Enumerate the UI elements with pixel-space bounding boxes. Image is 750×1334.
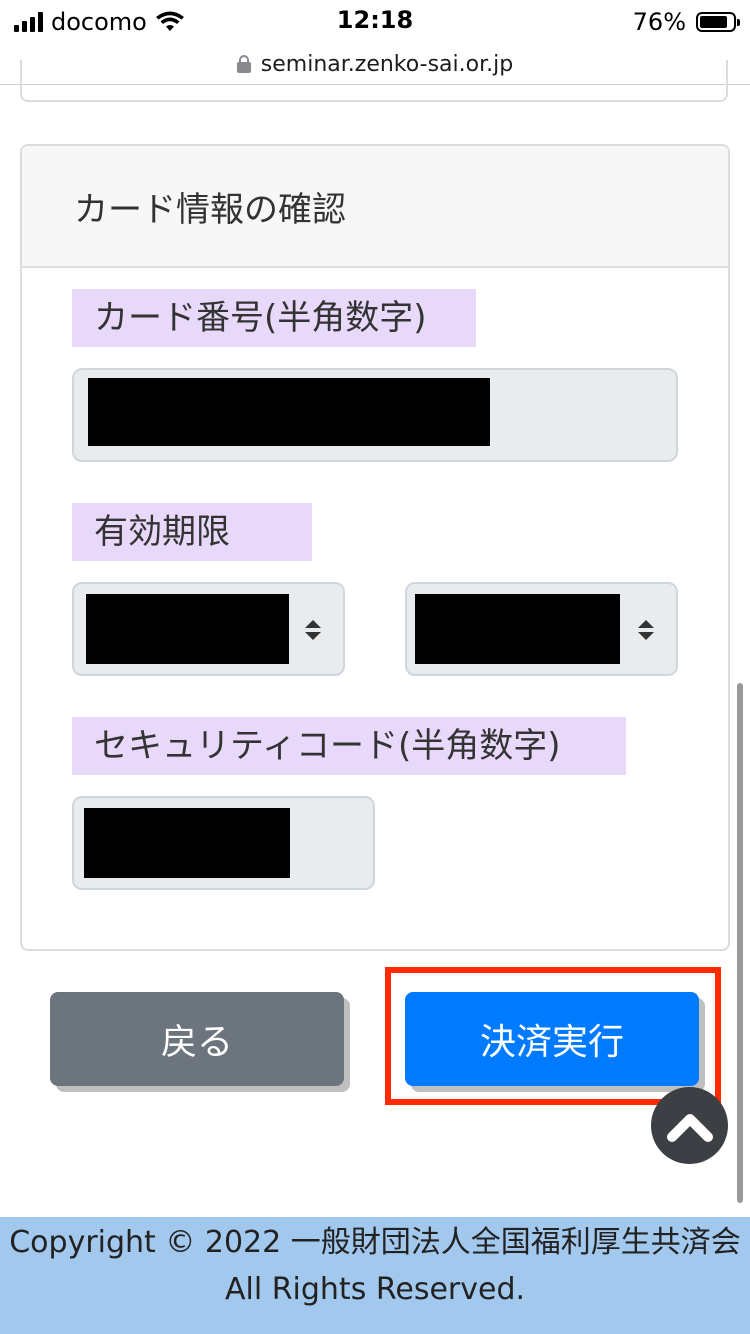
rights-text: All Rights Reserved. [224, 1272, 526, 1307]
copyright-text: Copyright © 2022 一般財団法人全国福利厚生共済会 [9, 1225, 741, 1260]
security-code-field[interactable] [72, 796, 375, 890]
previous-card-bottom [20, 60, 728, 102]
card-title: カード情報の確認 [74, 189, 346, 230]
security-code-label: セキュリティコード(半角数字) [72, 717, 626, 775]
battery-percent: 76% [632, 8, 686, 36]
select-arrows-icon [638, 620, 654, 642]
footer: Copyright © 2022 一般財団法人全国福利厚生共済会 All Rig… [0, 1217, 750, 1334]
redacted-card-number [88, 378, 490, 446]
expiry-label: 有効期限 [72, 503, 312, 561]
back-button[interactable]: 戻る [50, 992, 344, 1086]
redacted-expiry-year [415, 594, 620, 664]
redacted-security-code [84, 808, 290, 878]
battery-icon [696, 12, 740, 32]
expiry-month-select[interactable] [72, 582, 345, 676]
expiry-year-select[interactable] [405, 582, 678, 676]
scrollbar[interactable] [737, 683, 743, 1203]
card-number-field[interactable] [72, 368, 678, 462]
redacted-expiry-month [86, 594, 289, 664]
card-header: カード情報の確認 [22, 146, 728, 268]
scroll-to-top-button[interactable] [651, 1087, 728, 1164]
status-right: 76% [632, 8, 740, 36]
card-number-label: カード番号(半角数字) [72, 289, 476, 347]
status-bar: docomo 12:18 76% [0, 0, 750, 44]
select-arrows-icon [305, 620, 321, 642]
highlight-annotation [385, 967, 721, 1105]
chevron-up-icon [666, 1113, 713, 1142]
